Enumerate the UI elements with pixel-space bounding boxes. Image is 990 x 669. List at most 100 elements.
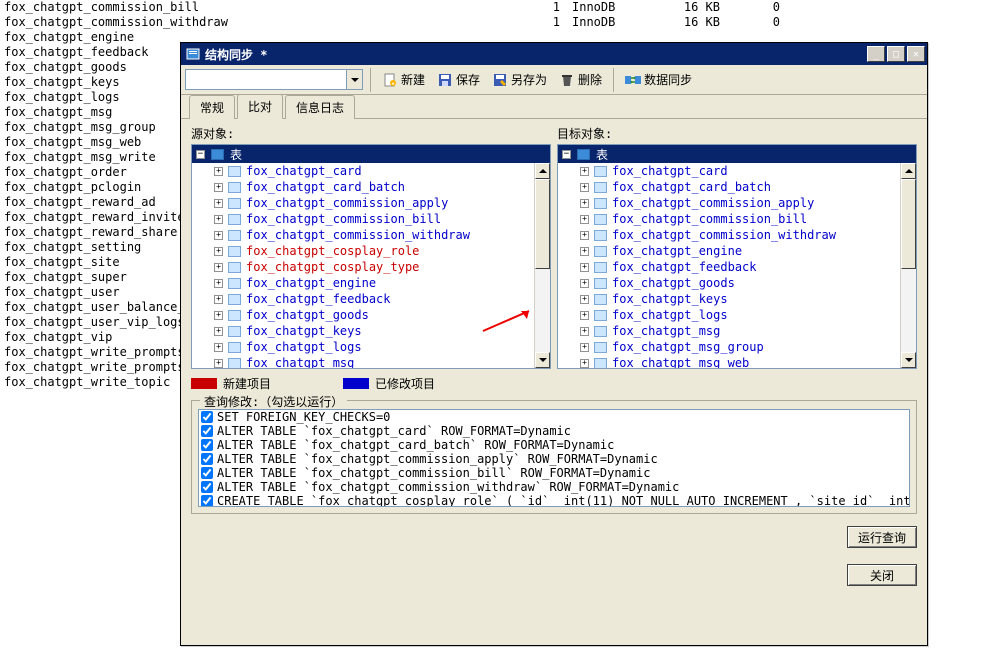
query-checkbox[interactable] xyxy=(201,411,213,423)
expand-icon[interactable]: + xyxy=(580,215,589,224)
tree-node[interactable]: +fox_chatgpt_keys xyxy=(558,291,900,307)
tree-node[interactable]: +fox_chatgpt_commission_apply xyxy=(558,195,900,211)
expand-icon[interactable]: + xyxy=(214,183,223,192)
target-scrollbar[interactable] xyxy=(900,163,916,368)
delete-button[interactable]: 删除 xyxy=(555,69,606,90)
save-button[interactable]: 保存 xyxy=(433,69,484,90)
expand-icon[interactable]: + xyxy=(580,359,589,368)
scroll-up-button[interactable] xyxy=(901,163,916,179)
scroll-up-button[interactable] xyxy=(535,163,550,179)
tree-node[interactable]: +fox_chatgpt_cosplay_role xyxy=(192,243,534,259)
expand-icon[interactable]: + xyxy=(580,183,589,192)
tree-node[interactable]: +fox_chatgpt_card xyxy=(192,163,534,179)
expand-icon[interactable]: + xyxy=(214,327,223,336)
expand-icon[interactable]: + xyxy=(214,343,223,352)
query-line[interactable]: SET FOREIGN_KEY_CHECKS=0 xyxy=(199,410,909,424)
tree-node[interactable]: +fox_chatgpt_msg xyxy=(192,355,534,368)
expand-icon[interactable]: + xyxy=(214,359,223,368)
tree-node[interactable]: +fox_chatgpt_commission_withdraw xyxy=(558,227,900,243)
tree-node[interactable]: +fox_chatgpt_card_batch xyxy=(558,179,900,195)
tree-node[interactable]: +fox_chatgpt_msg_group xyxy=(558,339,900,355)
expand-icon[interactable]: + xyxy=(214,247,223,256)
maximize-button[interactable]: □ xyxy=(887,46,905,62)
expand-icon[interactable]: + xyxy=(580,311,589,320)
expand-icon[interactable]: + xyxy=(214,295,223,304)
expand-icon[interactable]: + xyxy=(580,295,589,304)
query-line[interactable]: ALTER TABLE `fox_chatgpt_commission_with… xyxy=(199,480,909,494)
tree-node[interactable]: +fox_chatgpt_logs xyxy=(192,339,534,355)
tree-node[interactable]: +fox_chatgpt_msg_web xyxy=(558,355,900,368)
data-sync-button[interactable]: 数据同步 xyxy=(621,69,696,90)
tree-node[interactable]: +fox_chatgpt_card xyxy=(558,163,900,179)
bg-table-row[interactable]: fox_chatgpt_commission_withdraw1InnoDB16… xyxy=(0,15,990,30)
expand-icon[interactable]: + xyxy=(214,231,223,240)
tree-node[interactable]: +fox_chatgpt_goods xyxy=(558,275,900,291)
save-as-button[interactable]: 另存为 xyxy=(488,69,551,90)
collapse-icon[interactable]: − xyxy=(196,150,205,159)
source-tree[interactable]: − 表 +fox_chatgpt_card+fox_chatgpt_card_b… xyxy=(191,144,551,369)
query-checkbox[interactable] xyxy=(201,439,213,451)
expand-icon[interactable]: + xyxy=(580,167,589,176)
tree-node[interactable]: +fox_chatgpt_feedback xyxy=(558,259,900,275)
query-checkbox[interactable] xyxy=(201,453,213,465)
source-tree-header[interactable]: − 表 xyxy=(192,145,550,163)
expand-icon[interactable]: + xyxy=(580,327,589,336)
tree-node[interactable]: +fox_chatgpt_commission_apply xyxy=(192,195,534,211)
query-list[interactable]: SET FOREIGN_KEY_CHECKS=0ALTER TABLE `fox… xyxy=(198,409,910,507)
query-line[interactable]: ALTER TABLE `fox_chatgpt_card` ROW_FORMA… xyxy=(199,424,909,438)
tree-node[interactable]: +fox_chatgpt_goods xyxy=(192,307,534,323)
query-checkbox[interactable] xyxy=(201,425,213,437)
source-scrollbar[interactable] xyxy=(534,163,550,368)
tree-node[interactable]: +fox_chatgpt_commission_bill xyxy=(192,211,534,227)
new-button[interactable]: ★ 新建 xyxy=(378,69,429,90)
query-line[interactable]: ALTER TABLE `fox_chatgpt_commission_appl… xyxy=(199,452,909,466)
tree-node[interactable]: +fox_chatgpt_keys xyxy=(192,323,534,339)
structure-sync-window: 结构同步 * _ □ ✕ ★ 新建 保存 另存为 删除 xyxy=(180,42,928,646)
tree-node[interactable]: +fox_chatgpt_feedback xyxy=(192,291,534,307)
query-checkbox[interactable] xyxy=(201,495,213,507)
collapse-icon[interactable]: − xyxy=(562,150,571,159)
query-line[interactable]: ALTER TABLE `fox_chatgpt_card_batch` ROW… xyxy=(199,438,909,452)
bg-table-row[interactable]: fox_chatgpt_commission_bill1InnoDB16 KB0 xyxy=(0,0,990,15)
query-checkbox[interactable] xyxy=(201,467,213,479)
run-query-button[interactable]: 运行查询 xyxy=(847,526,917,548)
query-checkbox[interactable] xyxy=(201,481,213,493)
expand-icon[interactable]: + xyxy=(214,279,223,288)
target-tree-header[interactable]: − 表 xyxy=(558,145,916,163)
expand-icon[interactable]: + xyxy=(580,279,589,288)
expand-icon[interactable]: + xyxy=(214,199,223,208)
profile-input[interactable] xyxy=(186,70,346,89)
tree-node[interactable]: +fox_chatgpt_commission_bill xyxy=(558,211,900,227)
combobox-dropdown-button[interactable] xyxy=(346,70,362,89)
profile-combobox[interactable] xyxy=(185,69,363,90)
tree-node[interactable]: +fox_chatgpt_cosplay_type xyxy=(192,259,534,275)
tree-node[interactable]: +fox_chatgpt_commission_withdraw xyxy=(192,227,534,243)
expand-icon[interactable]: + xyxy=(580,343,589,352)
expand-icon[interactable]: + xyxy=(214,167,223,176)
expand-icon[interactable]: + xyxy=(580,231,589,240)
tree-node[interactable]: +fox_chatgpt_engine xyxy=(558,243,900,259)
expand-icon[interactable]: + xyxy=(214,311,223,320)
target-tree[interactable]: − 表 +fox_chatgpt_card+fox_chatgpt_card_b… xyxy=(557,144,917,369)
expand-icon[interactable]: + xyxy=(580,247,589,256)
tab-log[interactable]: 信息日志 xyxy=(285,95,355,119)
tab-general[interactable]: 常规 xyxy=(189,95,235,119)
scroll-down-button[interactable] xyxy=(901,352,916,368)
close-button[interactable]: 关闭 xyxy=(847,564,917,586)
tree-node[interactable]: +fox_chatgpt_card_batch xyxy=(192,179,534,195)
scroll-thumb[interactable] xyxy=(901,179,916,269)
expand-icon[interactable]: + xyxy=(580,199,589,208)
close-window-button[interactable]: ✕ xyxy=(907,46,925,62)
scroll-thumb[interactable] xyxy=(535,179,550,269)
scroll-down-button[interactable] xyxy=(535,352,550,368)
minimize-button[interactable]: _ xyxy=(867,46,885,62)
query-line[interactable]: CREATE TABLE `fox_chatgpt_cosplay_role` … xyxy=(199,494,909,507)
expand-icon[interactable]: + xyxy=(580,263,589,272)
expand-icon[interactable]: + xyxy=(214,215,223,224)
tree-node[interactable]: +fox_chatgpt_logs xyxy=(558,307,900,323)
tree-node[interactable]: +fox_chatgpt_msg xyxy=(558,323,900,339)
tree-node[interactable]: +fox_chatgpt_engine xyxy=(192,275,534,291)
tab-compare[interactable]: 比对 xyxy=(237,94,283,119)
expand-icon[interactable]: + xyxy=(214,263,223,272)
query-line[interactable]: ALTER TABLE `fox_chatgpt_commission_bill… xyxy=(199,466,909,480)
